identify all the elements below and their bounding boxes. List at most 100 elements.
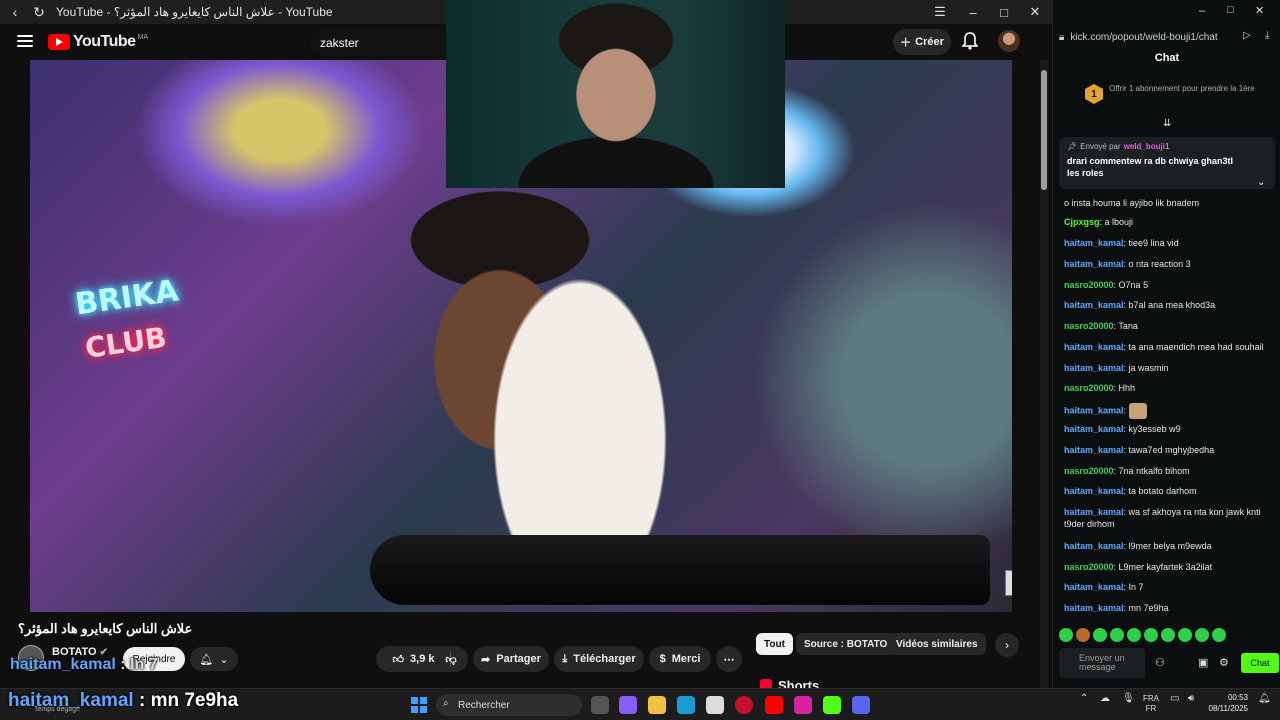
chat-message[interactable]: haitam_kamal: tawa7ed mghyjbedha bbox=[1064, 444, 1278, 456]
reload-icon[interactable]: ↻ bbox=[30, 3, 48, 21]
chat-message[interactable]: haitam_kamal: ta botato darhom bbox=[1064, 485, 1278, 497]
chat-message[interactable]: nasro20000: Tana bbox=[1064, 320, 1278, 332]
chat-username[interactable]: haitam_kamal bbox=[1064, 582, 1124, 592]
youtube-logo[interactable]: YouTube MA bbox=[48, 33, 148, 51]
chip-source[interactable]: Source : BOTATO bbox=[796, 633, 896, 655]
chat-message[interactable]: haitam_kamal: ta ana maendich mea had so… bbox=[1064, 341, 1278, 353]
chat-username[interactable]: nasro20000 bbox=[1064, 280, 1114, 290]
gift-icon[interactable]: ▣ bbox=[1198, 656, 1208, 669]
tray-chevron-icon[interactable]: ⌃ bbox=[1080, 694, 1088, 704]
gift-sub-offer[interactable]: 1 Offrir 1 abonnement pour prendre la 1è… bbox=[1085, 84, 1277, 114]
opera-icon[interactable] bbox=[735, 696, 753, 714]
taskbar-search[interactable]: ⌕ Rechercher bbox=[436, 694, 582, 716]
emote-icon[interactable] bbox=[1059, 628, 1073, 642]
maximize-button[interactable]: □ bbox=[1227, 4, 1234, 16]
emote-icon[interactable] bbox=[1195, 628, 1209, 642]
chat-username[interactable]: nasro20000 bbox=[1064, 466, 1114, 476]
page-scrollbar[interactable] bbox=[1040, 60, 1048, 688]
chat-message[interactable]: haitam_kamal: b7al ana mea khod3a bbox=[1064, 299, 1278, 311]
chat-message[interactable]: haitam_kamal: o nta reaction 3 bbox=[1064, 258, 1278, 270]
chat-message[interactable]: nasro20000: 7na ntkalfo bihom bbox=[1064, 465, 1278, 477]
chat-username[interactable]: haitam_kamal bbox=[1064, 445, 1124, 455]
chat-username[interactable]: haitam_kamal bbox=[1064, 486, 1124, 496]
download-icon[interactable]: ⤓ bbox=[1265, 30, 1269, 41]
send-chat-button[interactable]: Chat bbox=[1241, 653, 1279, 673]
emote-icon[interactable] bbox=[1127, 628, 1141, 642]
chat-input[interactable]: Envoyer un message bbox=[1059, 648, 1145, 678]
play-icon[interactable]: ▷ bbox=[1243, 30, 1251, 41]
emote-icon[interactable] bbox=[1110, 628, 1124, 642]
discord-icon[interactable] bbox=[852, 696, 870, 714]
channel-watermark[interactable] bbox=[1005, 570, 1012, 596]
download-button[interactable]: ⤓ Télécharger bbox=[554, 646, 644, 672]
chat-username[interactable]: nasro20000 bbox=[1064, 562, 1114, 572]
emote-icon[interactable] bbox=[1076, 628, 1090, 642]
chat-username[interactable]: haitam_kamal bbox=[1064, 238, 1124, 248]
emote-icon[interactable] bbox=[1178, 628, 1192, 642]
filter-icon[interactable]: ⇊ bbox=[1163, 118, 1171, 129]
kick-icon[interactable] bbox=[823, 696, 841, 714]
minimize-button[interactable]: – bbox=[1199, 5, 1205, 17]
emote-icon[interactable] bbox=[1093, 628, 1107, 642]
users-icon[interactable]: ⚇ bbox=[1155, 656, 1165, 669]
chat-message[interactable]: haitam_kamal: In 7 bbox=[1064, 581, 1278, 593]
emote-icon[interactable] bbox=[1212, 628, 1226, 642]
notification-icon[interactable]: 🔔︎ bbox=[1258, 694, 1271, 704]
chat-message[interactable]: Cjpxgsg: a lbouji bbox=[1064, 216, 1278, 228]
copilot-icon[interactable] bbox=[619, 696, 637, 714]
chat-message[interactable]: nasro20000: O7na 5 bbox=[1064, 279, 1278, 291]
more-actions-button[interactable]: ⋯ bbox=[716, 646, 742, 672]
close-button[interactable]: ✕ bbox=[1020, 0, 1050, 24]
back-icon[interactable]: ‹ bbox=[6, 3, 24, 21]
cloud-icon[interactable]: ☁ bbox=[1100, 694, 1110, 704]
menu-icon[interactable]: ☰ bbox=[925, 0, 955, 24]
chat-message[interactable]: haitam_kamal: bbox=[1064, 403, 1278, 419]
task-view-icon[interactable] bbox=[591, 696, 609, 714]
chat-message[interactable]: nasro20000: Hhh bbox=[1064, 382, 1278, 394]
chat-message[interactable]: haitam_kamal: tiee9 lina vid bbox=[1064, 237, 1278, 249]
pinned-message[interactable]: 📌︎ Envoyé par weld_bouji1 drari commente… bbox=[1059, 137, 1275, 189]
chat-username[interactable]: haitam_kamal bbox=[1064, 603, 1124, 613]
chat-username[interactable]: nasro20000 bbox=[1064, 383, 1114, 393]
chat-username[interactable]: haitam_kamal bbox=[1064, 300, 1124, 310]
store-icon[interactable] bbox=[706, 696, 724, 714]
chat-username[interactable]: haitam_kamal bbox=[1064, 507, 1124, 517]
chat-username[interactable]: haitam_kamal bbox=[1064, 541, 1124, 551]
chat-username[interactable]: nasro20000 bbox=[1064, 321, 1114, 331]
gear-icon[interactable]: ⚙ bbox=[1219, 656, 1229, 669]
thanks-button[interactable]: $ Merci bbox=[649, 646, 711, 672]
volume-icon[interactable]: 🔊︎ bbox=[1188, 694, 1194, 704]
account-avatar[interactable] bbox=[998, 30, 1020, 52]
chat-username[interactable]: haitam_kamal bbox=[1064, 342, 1124, 352]
emote-icon[interactable] bbox=[1144, 628, 1158, 642]
chat-message[interactable]: haitam_kamal: mn 7e9ha bbox=[1064, 602, 1278, 614]
close-button[interactable]: ✕ bbox=[1255, 4, 1264, 17]
hamburger-icon[interactable] bbox=[17, 35, 33, 47]
chip-next-button[interactable]: › bbox=[995, 633, 1019, 657]
chat-message[interactable]: haitam_kamal: ky3esseb w9 bbox=[1064, 423, 1278, 435]
chat-username[interactable]: haitam_kamal bbox=[1064, 363, 1124, 373]
youtube-app-icon[interactable] bbox=[765, 696, 783, 714]
share-button[interactable]: ➦ Partager bbox=[473, 646, 549, 672]
system-clock[interactable]: 00:53 08/11/2025 bbox=[1208, 692, 1248, 714]
mic-icon[interactable]: 🎙︎ bbox=[1122, 694, 1135, 704]
maximize-button[interactable]: □ bbox=[989, 0, 1019, 24]
search-input[interactable]: zakster bbox=[310, 30, 450, 56]
chip-all[interactable]: Tout bbox=[756, 633, 793, 655]
chat-username[interactable]: haitam_kamal bbox=[1064, 424, 1124, 434]
bell-icon[interactable] bbox=[962, 32, 978, 50]
subscribed-button[interactable]: 🔔︎ ⌄ bbox=[190, 647, 238, 671]
expand-icon[interactable]: ⌄ bbox=[1257, 177, 1265, 188]
edge-icon[interactable] bbox=[677, 696, 695, 714]
emote-icon[interactable] bbox=[1161, 628, 1175, 642]
chat-username[interactable]: haitam_kamal bbox=[1064, 405, 1124, 415]
chat-username[interactable]: Cjpxgsg bbox=[1064, 217, 1100, 227]
chat-message[interactable]: o insta houma li ayjibo lik bnadem bbox=[1064, 197, 1278, 209]
network-icon[interactable]: ▭ bbox=[1170, 694, 1179, 704]
create-button[interactable]: ＋ Créer bbox=[893, 29, 951, 55]
start-button[interactable] bbox=[411, 697, 427, 713]
chat-message[interactable]: haitam_kamal: ja wasmin bbox=[1064, 362, 1278, 374]
chat-message[interactable]: haitam_kamal: l9mer belya m9ewda bbox=[1064, 540, 1278, 552]
address-bar[interactable]: 🔒︎ kick.com/popout/weld-bouji1/chat ▷ ⤓ bbox=[1053, 26, 1280, 48]
chat-message[interactable]: haitam_kamal: wa sf akhoya ra nta kon ja… bbox=[1064, 506, 1278, 530]
